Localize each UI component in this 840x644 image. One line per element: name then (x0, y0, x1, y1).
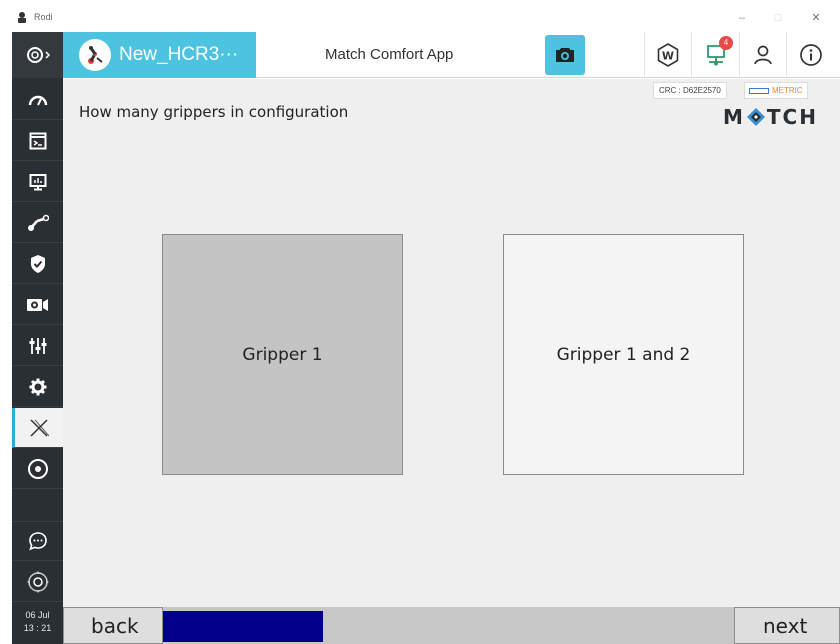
sidebar: 06 Jul 13 : 21 (12, 32, 63, 644)
ruler-icon (749, 87, 769, 94)
header-separator (644, 32, 645, 78)
gear-icon (29, 378, 46, 395)
logo-text-tch: TCH (766, 105, 818, 129)
time-text: 13 : 21 (23, 623, 52, 633)
w-badge-button[interactable]: W (653, 40, 683, 70)
shield-icon (30, 254, 45, 273)
info-icon (800, 44, 822, 66)
minimize-button[interactable]: – (732, 8, 752, 28)
notification-badge: 4 (719, 36, 733, 50)
info-button[interactable] (796, 40, 826, 70)
w-badge-icon: W (657, 43, 679, 67)
sidebar-item-terminal[interactable] (12, 121, 63, 161)
user-icon (754, 45, 772, 65)
svg-text:W: W (662, 50, 674, 63)
header-separator (786, 32, 787, 78)
sidebar-item-dashboard[interactable] (12, 80, 63, 120)
main-content: CRC : D62E2570 METRIC M TCH How many gri… (63, 79, 840, 607)
network-button[interactable]: 4 (701, 36, 733, 70)
close-button[interactable]: ✕ (806, 8, 826, 28)
sidebar-item-safety[interactable] (12, 244, 63, 284)
robot-name: New_HCR3··· (119, 44, 239, 65)
gripper-1-label: Gripper 1 (242, 344, 323, 365)
app-logo-icon (18, 12, 26, 23)
robot-arm-icon (27, 214, 49, 231)
sidebar-item-x-app[interactable] (12, 408, 63, 448)
monitor-icon (29, 173, 46, 190)
terminal-icon (29, 132, 46, 149)
sidebar-item-settings[interactable] (12, 367, 63, 407)
window-title: Rodi (34, 12, 53, 22)
logo-text-m: M (723, 105, 745, 129)
date-time: 06 Jul 13 : 21 (12, 604, 63, 644)
header-separator (691, 32, 692, 78)
camera-record-icon (26, 298, 48, 311)
menu-logo-icon (26, 47, 50, 63)
app-title: Match Comfort App (325, 46, 454, 63)
x-app-icon (30, 418, 49, 437)
robot-arm-logo-icon (88, 46, 103, 64)
gripper-1-and-2-label: Gripper 1 and 2 (556, 344, 691, 365)
camera-button[interactable] (545, 35, 585, 75)
sidebar-item-robot-arm[interactable] (12, 203, 63, 243)
joystick-icon (26, 570, 49, 593)
sidebar-item-camera[interactable] (12, 285, 63, 325)
maximize-button[interactable]: □ (768, 8, 788, 28)
user-button[interactable] (748, 40, 778, 70)
header-bar: New_HCR3··· Match Comfort App W 4 (63, 32, 840, 78)
sidebar-item-monitor[interactable] (12, 162, 63, 202)
header-separator (739, 32, 740, 78)
progress-fill (163, 611, 323, 642)
sliders-icon (29, 337, 46, 354)
back-button[interactable]: back (63, 607, 163, 644)
crc-badge: CRC : D62E2570 (653, 82, 727, 99)
window-title-bar: Rodi – □ ✕ (0, 0, 840, 32)
question-text: How many grippers in configuration (79, 103, 349, 121)
sidebar-item-jog[interactable] (12, 562, 63, 602)
disc-icon (27, 458, 48, 479)
unit-badge: METRIC (744, 82, 808, 99)
unit-text: METRIC (772, 86, 803, 95)
sidebar-item-chat[interactable] (12, 521, 63, 561)
robot-selector[interactable]: New_HCR3··· (63, 32, 256, 78)
bottom-nav: back next (63, 607, 840, 644)
sidebar-item-settings-sliders[interactable] (12, 326, 63, 366)
sidebar-item-disc[interactable] (12, 449, 63, 489)
match-logo: M TCH (723, 105, 818, 129)
chat-icon (28, 532, 47, 551)
dashboard-icon (28, 95, 47, 105)
next-button[interactable]: next (734, 607, 840, 644)
progress-bar (163, 611, 733, 642)
camera-icon (556, 48, 574, 62)
robot-avatar (79, 39, 111, 71)
gripper-1-option[interactable]: Gripper 1 (162, 234, 403, 475)
gripper-1-and-2-option[interactable]: Gripper 1 and 2 (503, 234, 744, 475)
date-text: 06 Jul (25, 610, 50, 620)
sidebar-menu-button[interactable] (12, 32, 63, 78)
logo-diamond-icon (746, 108, 765, 126)
